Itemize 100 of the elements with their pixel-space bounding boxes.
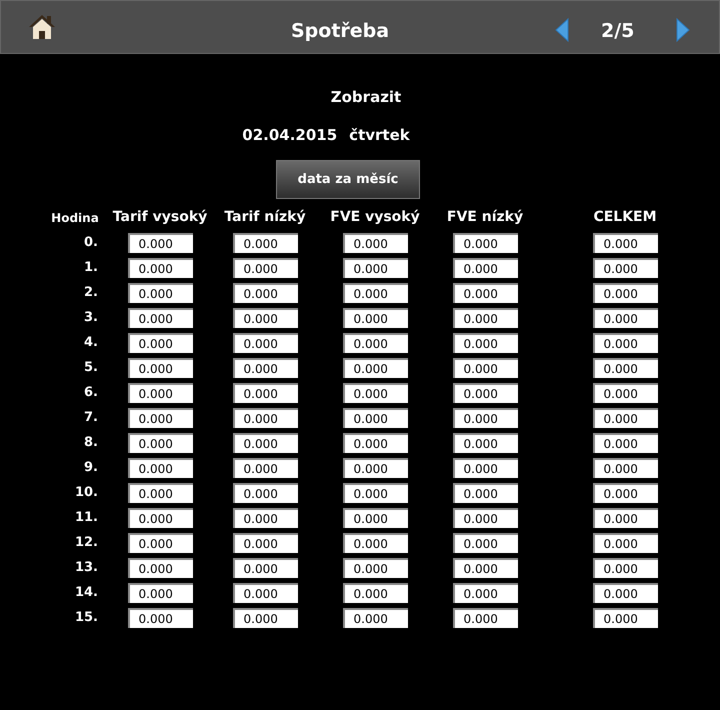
value-field[interactable]: 0.000 (452, 232, 518, 252)
value-field[interactable]: 0.000 (232, 408, 298, 428)
value-field[interactable]: 0.000 (128, 382, 192, 402)
value-field[interactable]: 0.000 (128, 308, 192, 328)
value-field[interactable]: 0.000 (452, 382, 518, 402)
value-field[interactable]: 0.000 (452, 558, 518, 578)
value-field[interactable]: 0.000 (232, 608, 298, 628)
value-field[interactable]: 0.000 (232, 232, 298, 252)
value-field[interactable]: 0.000 (592, 532, 658, 552)
value-field[interactable]: 0.000 (342, 308, 408, 328)
value-field[interactable]: 0.000 (452, 258, 518, 278)
value-field[interactable]: 0.000 (452, 282, 518, 302)
value-field[interactable]: 0.000 (232, 532, 298, 552)
hour-label: 3. (84, 308, 98, 327)
value-field[interactable]: 0.000 (342, 232, 408, 252)
value-field[interactable]: 0.000 (342, 358, 408, 378)
value-field[interactable]: 0.000 (452, 358, 518, 378)
value-field[interactable]: 0.000 (592, 482, 658, 502)
value-field[interactable]: 0.000 (128, 558, 192, 578)
value-field[interactable]: 0.000 (592, 408, 658, 428)
column-header: Hodina (51, 210, 99, 226)
value-field[interactable]: 0.000 (128, 358, 192, 378)
value-field[interactable]: 0.000 (592, 582, 658, 602)
value-field[interactable]: 0.000 (342, 582, 408, 602)
value-field[interactable]: 0.000 (342, 408, 408, 428)
value-field[interactable]: 0.000 (232, 582, 298, 602)
value-field[interactable]: 0.000 (592, 382, 658, 402)
value-field[interactable]: 0.000 (128, 432, 192, 452)
value-field[interactable]: 0.000 (128, 332, 192, 352)
value-field[interactable]: 0.000 (452, 482, 518, 502)
value-field[interactable]: 0.000 (232, 382, 298, 402)
column-header: Tarif nízký (224, 208, 306, 227)
column-header: FVE vysoký (330, 208, 420, 227)
value-field[interactable]: 0.000 (342, 532, 408, 552)
value-field[interactable]: 0.000 (592, 558, 658, 578)
hour-label: 4. (84, 334, 98, 352)
value-field[interactable]: 0.000 (452, 332, 518, 352)
value-field[interactable]: 0.000 (232, 308, 298, 328)
value-field[interactable]: 0.000 (592, 258, 658, 278)
hour-label: 12. (74, 534, 98, 552)
value-field[interactable]: 0.000 (342, 508, 408, 528)
hour-label: 5. (84, 358, 98, 377)
value-field[interactable]: 0.000 (128, 532, 192, 552)
value-field[interactable]: 0.000 (128, 608, 192, 628)
value-field[interactable]: 0.000 (342, 458, 408, 478)
value-field[interactable]: 0.000 (452, 532, 518, 552)
hour-label: 7. (84, 408, 98, 427)
value-field[interactable]: 0.000 (232, 358, 298, 378)
value-field[interactable]: 0.000 (342, 382, 408, 402)
value-field[interactable]: 0.000 (452, 308, 518, 328)
value-field[interactable]: 0.000 (128, 408, 192, 428)
value-field[interactable]: 0.000 (128, 582, 192, 602)
section-title: Zobrazit (330, 87, 402, 108)
value-field[interactable]: 0.000 (342, 482, 408, 502)
value-field[interactable]: 0.000 (342, 332, 408, 352)
value-field[interactable]: 0.000 (592, 508, 658, 528)
value-field[interactable]: 0.000 (232, 508, 298, 528)
value-field[interactable]: 0.000 (452, 582, 518, 602)
value-field[interactable]: 0.000 (452, 508, 518, 528)
value-field[interactable]: 0.000 (452, 458, 518, 478)
value-field[interactable]: 0.000 (232, 558, 298, 578)
value-field[interactable]: 0.000 (342, 432, 408, 452)
value-field[interactable]: 0.000 (342, 608, 408, 628)
value-field[interactable]: 0.000 (452, 432, 518, 452)
value-field[interactable]: 0.000 (592, 232, 658, 252)
value-field[interactable]: 0.000 (452, 408, 518, 428)
value-field[interactable]: 0.000 (342, 558, 408, 578)
value-field[interactable]: 0.000 (592, 608, 658, 628)
value-field[interactable]: 0.000 (452, 608, 518, 628)
value-field[interactable]: 0.000 (232, 332, 298, 352)
value-field[interactable]: 0.000 (232, 458, 298, 478)
value-field[interactable]: 0.000 (592, 458, 658, 478)
value-field[interactable]: 0.000 (232, 482, 298, 502)
month-data-button[interactable]: data za měsíc (276, 160, 420, 199)
hour-label: 13. (74, 558, 98, 577)
value-field[interactable]: 0.000 (128, 258, 192, 278)
date-text: 02.04.2015 (242, 124, 338, 146)
value-field[interactable]: 0.000 (342, 282, 408, 302)
page-title: Spotřeba (291, 19, 390, 44)
value-field[interactable]: 0.000 (128, 282, 192, 302)
hour-label: 10. (74, 484, 98, 502)
hour-label: 1. (84, 258, 98, 277)
value-field[interactable]: 0.000 (592, 358, 658, 378)
value-field[interactable]: 0.000 (232, 282, 298, 302)
value-field[interactable]: 0.000 (342, 258, 408, 278)
column-header: CELKEM (593, 208, 657, 227)
value-field[interactable]: 0.000 (128, 458, 192, 478)
value-field[interactable]: 0.000 (592, 432, 658, 452)
previous-arrow-icon[interactable] (554, 18, 570, 42)
value-field[interactable]: 0.000 (128, 232, 192, 252)
value-field[interactable]: 0.000 (128, 508, 192, 528)
column-header: Tarif vysoký (112, 208, 208, 227)
value-field[interactable]: 0.000 (232, 432, 298, 452)
value-field[interactable]: 0.000 (592, 308, 658, 328)
value-field[interactable]: 0.000 (232, 258, 298, 278)
home-icon[interactable] (27, 13, 57, 41)
value-field[interactable]: 0.000 (592, 282, 658, 302)
value-field[interactable]: 0.000 (128, 482, 192, 502)
next-arrow-icon[interactable] (675, 18, 691, 42)
value-field[interactable]: 0.000 (592, 332, 658, 352)
